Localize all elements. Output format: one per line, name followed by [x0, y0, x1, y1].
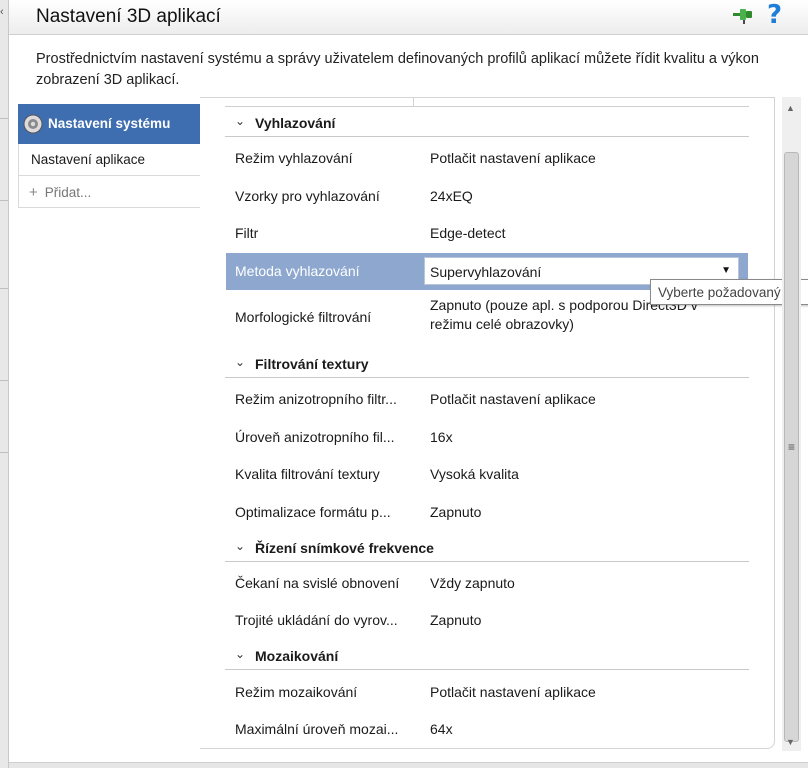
section-header-texture-filtering[interactable]: ⌄ Filtrování textury — [225, 350, 749, 378]
sidebar-item-system-settings[interactable]: Nastavení systému — [18, 104, 223, 144]
chevron-left-icon[interactable]: ‹ — [0, 6, 4, 18]
scrollbar-thumb[interactable]: ≡ — [784, 152, 799, 742]
sidebar-item-label: Nastavení systému — [48, 116, 171, 131]
setting-value: Zapnuto — [430, 504, 482, 520]
section-header-antialiasing[interactable]: ⌄ Vyhlazování — [225, 109, 749, 137]
section-header-tessellation[interactable]: ⌄ Mozaikování — [225, 642, 749, 670]
divider — [0, 118, 8, 119]
setting-value: Edge-detect — [430, 225, 506, 241]
setting-row[interactable]: Maximální úroveň mozai... 64x — [226, 711, 748, 748]
help-icon[interactable]: ? — [767, 0, 782, 30]
chevron-down-icon[interactable]: ⌄ — [235, 114, 245, 128]
setting-value: Vždy zapnuto — [430, 575, 515, 591]
setting-row[interactable]: Filtr Edge-detect — [226, 215, 748, 252]
setting-row[interactable]: Čekaní na svislé obnovení Vždy zapnuto — [226, 565, 748, 602]
setting-label: Kvalita filtrování textury — [235, 466, 380, 482]
setting-label: Režim vyhlazování — [235, 150, 353, 166]
setting-label: Maximální úroveň mozai... — [235, 721, 399, 737]
window-bottom-border — [9, 762, 808, 768]
setting-row[interactable]: Kvalita filtrování textury Vysoká kvalit… — [226, 456, 748, 493]
section-title: Vyhlazování — [255, 115, 336, 131]
add-label: Přidat... — [44, 185, 92, 200]
divider — [0, 452, 8, 453]
setting-label: Morfologické filtrování — [235, 309, 372, 325]
setting-row[interactable]: Režim vyhlazování Potlačit nastavení apl… — [226, 140, 748, 177]
setting-label: Trojité ukládání do vyrov... — [235, 612, 398, 628]
section-title: Filtrování textury — [255, 356, 369, 372]
section-title: Řízení snímkové frekvence — [255, 540, 434, 556]
scroll-down-icon[interactable]: ▼ — [786, 737, 795, 747]
page-title: Nastavení 3D aplikací — [36, 6, 221, 27]
page-description: Prostřednictvím nastavení systému a sprá… — [36, 51, 759, 88]
dropdown-value: Supervyhlazování — [430, 264, 542, 280]
sidebar: Nastavení systému Nastavení aplikace + Př… — [18, 104, 223, 208]
section-title: Mozaikování — [255, 648, 339, 664]
setting-value: Vysoká kvalita — [430, 466, 519, 482]
setting-label: Optimalizace formátu p... — [235, 504, 391, 520]
setting-value: Potlačit nastavení aplikace — [430, 684, 596, 700]
setting-label: Režim mozaikování — [235, 684, 358, 700]
chevron-down-icon[interactable]: ⌄ — [235, 647, 245, 661]
setting-value: 64x — [430, 721, 453, 737]
chevron-down-icon[interactable]: ⌄ — [235, 355, 245, 369]
setting-row[interactable]: Trojité ukládání do vyrov... Zapnuto — [226, 602, 748, 639]
window-header: Nastavení 3D aplikací ? — [9, 0, 808, 35]
setting-label: Filtr — [235, 225, 259, 241]
gear-icon — [23, 114, 43, 134]
setting-row[interactable]: Režim anizotropního filtr... Potlačit na… — [226, 381, 748, 418]
setting-row[interactable]: Režim mozaikování Potlačit nastavení apl… — [226, 674, 748, 711]
setting-value: 24xEQ — [430, 188, 473, 204]
divider — [0, 200, 8, 201]
divider — [0, 380, 8, 381]
pin-icon[interactable] — [731, 6, 755, 26]
setting-label: Režim anizotropního filtr... — [235, 391, 397, 407]
setting-value: Zapnuto — [430, 612, 482, 628]
sidebar-item-label: Nastavení aplikace — [31, 152, 146, 167]
divider — [413, 97, 414, 106]
plus-icon: + — [29, 184, 38, 201]
setting-label: Úroveň anizotropního fil... — [235, 429, 395, 445]
dropdown-arrow-icon[interactable]: ▼ — [721, 265, 731, 276]
setting-row[interactable]: Optimalizace formátu p... Zapnuto — [226, 494, 748, 531]
divider — [225, 106, 749, 107]
add-profile-button[interactable]: + Přidat... — [18, 176, 200, 208]
setting-row[interactable]: Vzorky pro vyhlazování 24xEQ — [226, 178, 748, 215]
left-edge-strip: ‹ — [0, 0, 9, 768]
setting-label: Čekaní na svislé obnovení — [235, 575, 400, 591]
vertical-scrollbar[interactable]: ▲ ≡ ▼ — [782, 97, 801, 751]
setting-value: Potlačit nastavení aplikace — [430, 391, 596, 407]
divider — [0, 288, 8, 289]
setting-value: Potlačit nastavení aplikace — [430, 150, 596, 166]
chevron-down-icon[interactable]: ⌄ — [235, 539, 245, 553]
grip-icon: ≡ — [788, 440, 796, 454]
sidebar-item-app-settings[interactable]: Nastavení aplikace — [18, 144, 200, 176]
setting-value: 16x — [430, 429, 453, 445]
scroll-up-icon[interactable]: ▲ — [786, 103, 795, 113]
setting-label: Vzorky pro vyhlazování — [235, 188, 380, 204]
section-header-frame-rate[interactable]: ⌄ Řízení snímkové frekvence — [225, 534, 749, 562]
setting-row[interactable]: Úroveň anizotropního fil... 16x — [226, 419, 748, 456]
setting-label: Metoda vyhlazování — [235, 263, 360, 279]
